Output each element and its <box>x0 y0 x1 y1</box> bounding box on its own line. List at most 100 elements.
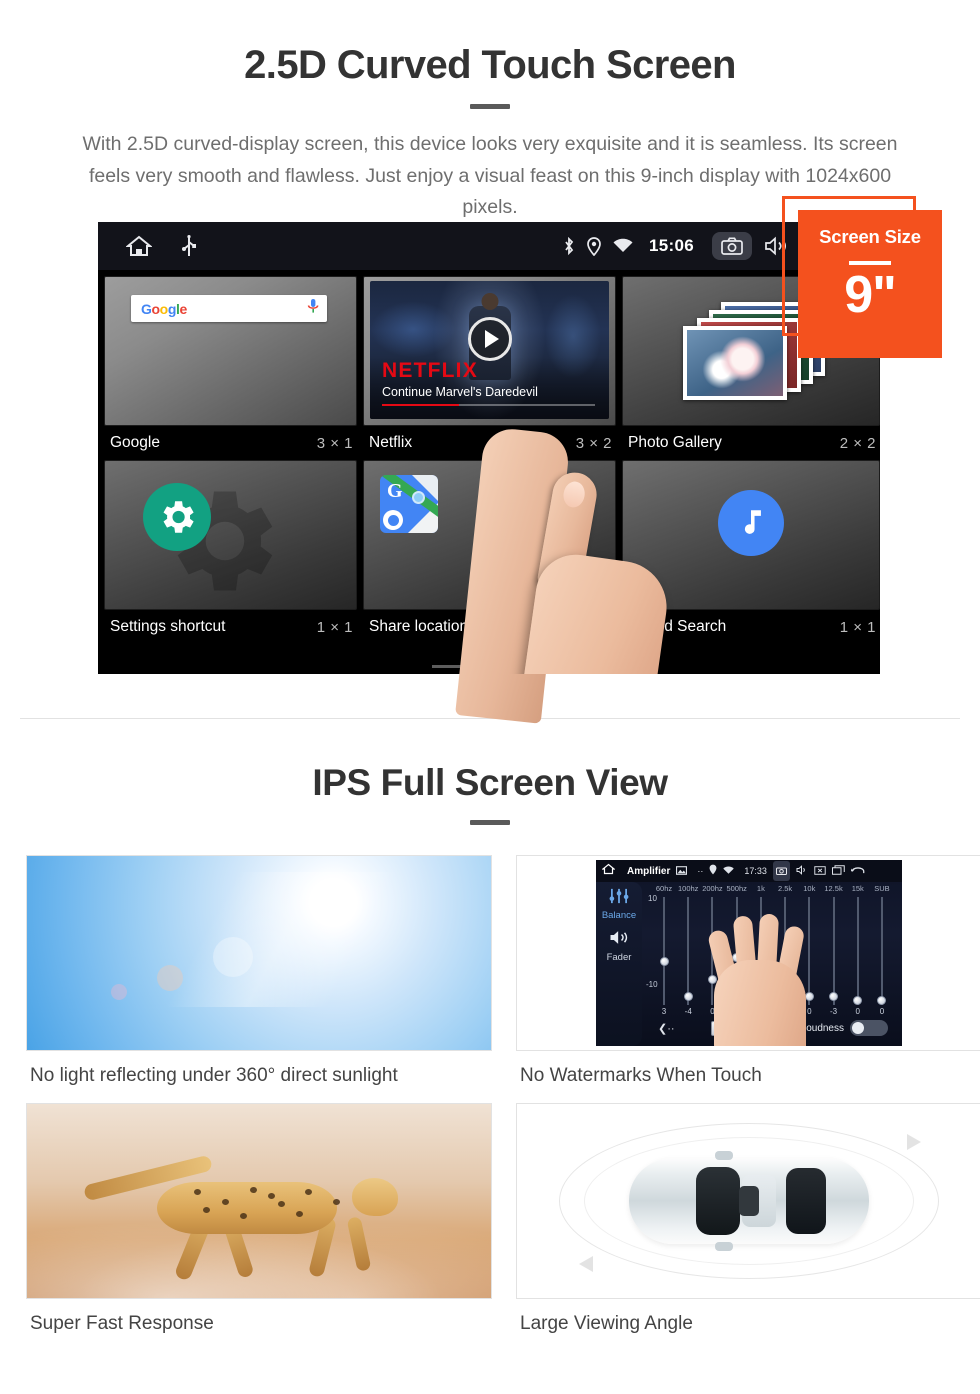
camera-icon[interactable] <box>772 861 790 881</box>
eq-slider[interactable] <box>652 897 676 1005</box>
rotation-arrow-top-icon <box>907 1134 921 1150</box>
eq-value: 3 <box>661 1007 667 1016</box>
feature-card-viewing-angle: Large Viewing Angle <box>516 1103 980 1335</box>
eq-band-label: 10k <box>803 884 816 893</box>
widget-name: Share location <box>369 618 469 635</box>
wifi-icon[interactable] <box>723 862 735 880</box>
gallery-icon[interactable] <box>676 862 688 880</box>
recents-icon[interactable] <box>831 862 845 880</box>
feature-cards-grid: No light reflecting under 360° direct su… <box>0 825 980 1335</box>
google-search-bar[interactable]: Google <box>131 295 327 322</box>
widget-name: Photo Gallery <box>628 434 722 451</box>
widget-name: Google <box>110 434 160 451</box>
usb-icon[interactable] <box>182 235 196 257</box>
widget-size: 1 × 1 <box>839 618 876 636</box>
feature-card-sunlight: No light reflecting under 360° direct su… <box>26 855 492 1087</box>
widget-name: Settings shortcut <box>110 618 226 635</box>
settings-shortcut-widget[interactable] <box>104 460 357 610</box>
gear-icon[interactable] <box>143 483 211 551</box>
running-cheetah-photo <box>26 1103 492 1299</box>
play-icon[interactable] <box>467 316 512 361</box>
eq-band-label: 60hz <box>655 884 673 893</box>
sunlight-sky-photo <box>26 855 492 1051</box>
location-icon[interactable] <box>587 236 601 256</box>
amplifier-equalizer-screen: Amplifier ·· 17:33 Balance Fader 10 -10 … <box>516 855 980 1051</box>
balance-label[interactable]: Balance <box>596 910 642 921</box>
location-icon[interactable] <box>709 862 717 880</box>
eq-band-label: 200hz <box>702 884 723 893</box>
widget-sound-search[interactable]: Sound Search 1 × 1 <box>622 460 880 644</box>
close-icon[interactable] <box>814 862 826 880</box>
wifi-icon[interactable] <box>613 238 633 254</box>
amplifier-ui: Amplifier ·· 17:33 Balance Fader 10 -10 … <box>596 860 902 1046</box>
music-note-icon[interactable] <box>718 490 784 557</box>
widget-size: 3 × 1 <box>316 434 353 452</box>
google-maps-icon[interactable]: G <box>380 475 438 533</box>
google-search-widget[interactable]: Google <box>104 276 357 426</box>
eq-band-label: 100hz <box>678 884 699 893</box>
eq-value: 0 <box>879 1007 885 1016</box>
loudness-toggle[interactable] <box>850 1020 888 1036</box>
widget-size: 1 × 1 <box>575 618 612 636</box>
screen-size-badge: Screen Size 9" <box>782 196 942 358</box>
ips-full-screen-view-section: IPS Full Screen View No light reflecting… <box>0 718 980 1335</box>
netflix-logo: NETFLIX <box>382 359 478 382</box>
badge-label: Screen Size <box>819 226 921 247</box>
widget-size: 2 × 2 <box>839 434 876 452</box>
page-dot-1[interactable] <box>432 665 462 668</box>
eq-slider[interactable] <box>676 897 700 1005</box>
amplifier-title: Amplifier <box>627 865 671 877</box>
sound-search-widget[interactable] <box>622 460 880 610</box>
amplifier-side-panel: Balance Fader <box>596 882 642 1046</box>
back-icon[interactable] <box>849 862 865 880</box>
eq-slider[interactable] <box>870 897 894 1006</box>
preset-prev-icon[interactable]: ❮·· <box>658 1022 675 1035</box>
feature-caption: No Watermarks When Touch <box>520 1065 762 1086</box>
fader-label[interactable]: Fader <box>596 952 642 963</box>
eq-value: -4 <box>684 1007 692 1016</box>
eq-band-label: 15k <box>851 884 864 893</box>
home-icon[interactable] <box>601 862 616 880</box>
mic-icon[interactable] <box>307 298 319 319</box>
widget-size: 1 × 1 <box>316 618 353 636</box>
volume-icon[interactable] <box>796 862 808 880</box>
car-illustration <box>629 1151 869 1251</box>
widget-netflix[interactable]: NETFLIX Continue Marvel's Daredevil Netf… <box>363 276 616 460</box>
netflix-widget[interactable]: NETFLIX Continue Marvel's Daredevil <box>363 276 616 426</box>
eq-band-label: 500hz <box>726 884 747 893</box>
feature-caption: Large Viewing Angle <box>520 1313 693 1334</box>
eq-band-label: 12.5k <box>824 884 843 893</box>
widget-settings-shortcut[interactable]: Settings shortcut 1 × 1 <box>104 460 357 644</box>
balance-icon[interactable] <box>608 888 630 908</box>
title-underline <box>470 104 510 109</box>
home-icon[interactable] <box>126 234 152 258</box>
widget-row-1: Google Google 3 × 1 NETFLIX Continue Mar… <box>104 276 880 460</box>
eq-slider[interactable] <box>846 897 870 1006</box>
feature-caption: No light reflecting under 360° direct su… <box>30 1065 398 1086</box>
widget-name: Sound Search <box>628 618 727 635</box>
widget-label-google: Google 3 × 1 <box>104 426 357 460</box>
google-logo: Google <box>141 300 187 317</box>
badge-value: 9" <box>844 266 897 324</box>
eq-slider[interactable] <box>822 897 846 1005</box>
amplifier-touching-hand <box>706 912 816 1046</box>
eq-value: 0 <box>855 1007 860 1016</box>
bluetooth-icon[interactable] <box>563 236 575 256</box>
eq-band-label: 2.5k <box>778 884 793 893</box>
badge-body: Screen Size 9" <box>798 210 942 358</box>
camera-icon[interactable] <box>712 232 752 260</box>
amplifier-status-bar: Amplifier ·· 17:33 <box>596 860 902 882</box>
eq-value: -3 <box>829 1007 838 1016</box>
netflix-subtitle: Continue Marvel's Daredevil <box>382 385 538 399</box>
fader-icon[interactable] <box>596 929 642 951</box>
eq-band-label: 1k <box>756 884 765 893</box>
widget-label-photo-gallery: Photo Gallery 2 × 2 <box>622 426 880 460</box>
widget-google[interactable]: Google Google 3 × 1 <box>104 276 357 460</box>
loudness-control[interactable]: loudness <box>804 1020 888 1036</box>
widget-name: Netflix <box>369 434 413 451</box>
page-title: 2.5D Curved Touch Screen <box>244 43 736 87</box>
section2-title: IPS Full Screen View <box>312 762 668 803</box>
feature-card-fast-response: Super Fast Response <box>26 1103 492 1335</box>
more-icon[interactable]: ·· <box>697 866 703 876</box>
car-top-view-diagram <box>516 1103 980 1299</box>
